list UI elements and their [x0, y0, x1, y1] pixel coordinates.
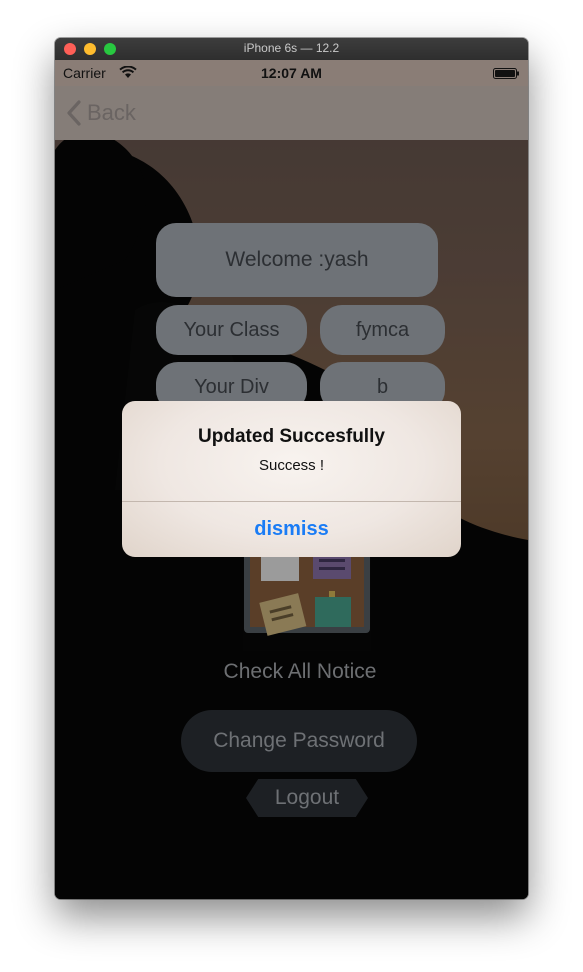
- window-title: iPhone 6s — 12.2: [243, 41, 340, 55]
- alert-title: Updated Succesfully: [198, 426, 385, 447]
- welcome-label: Welcome :yash: [156, 223, 438, 297]
- simulator-window: iPhone 6s — 12.2 Carrier 12:07 AM Back W…: [55, 38, 528, 899]
- chevron-left-icon: [67, 100, 81, 126]
- back-label: Back: [87, 100, 136, 125]
- class-label: Your Class: [156, 305, 307, 355]
- change-password-button[interactable]: Change Password: [181, 710, 417, 772]
- phone-screen: Carrier 12:07 AM Back Welcome :yash Your…: [55, 60, 528, 899]
- alert-dialog: Updated Succesfully Success ! dismiss: [122, 401, 461, 557]
- notice-board-icon[interactable]: [243, 545, 371, 651]
- navigation-bar: Back: [55, 86, 528, 140]
- status-bar: Carrier 12:07 AM: [55, 60, 528, 86]
- alert-message: Success !: [258, 457, 325, 474]
- title-bar: iPhone 6s — 12.2: [55, 38, 528, 61]
- class-value: fymca: [320, 305, 445, 355]
- dismiss-button[interactable]: dismiss: [122, 502, 461, 557]
- battery-icon: [493, 68, 519, 79]
- check-notice-button[interactable]: Check All Notice: [195, 660, 405, 684]
- logout-button[interactable]: Logout: [246, 779, 368, 817]
- back-button[interactable]: Back: [65, 98, 136, 128]
- status-time: 12:07 AM: [261, 65, 322, 81]
